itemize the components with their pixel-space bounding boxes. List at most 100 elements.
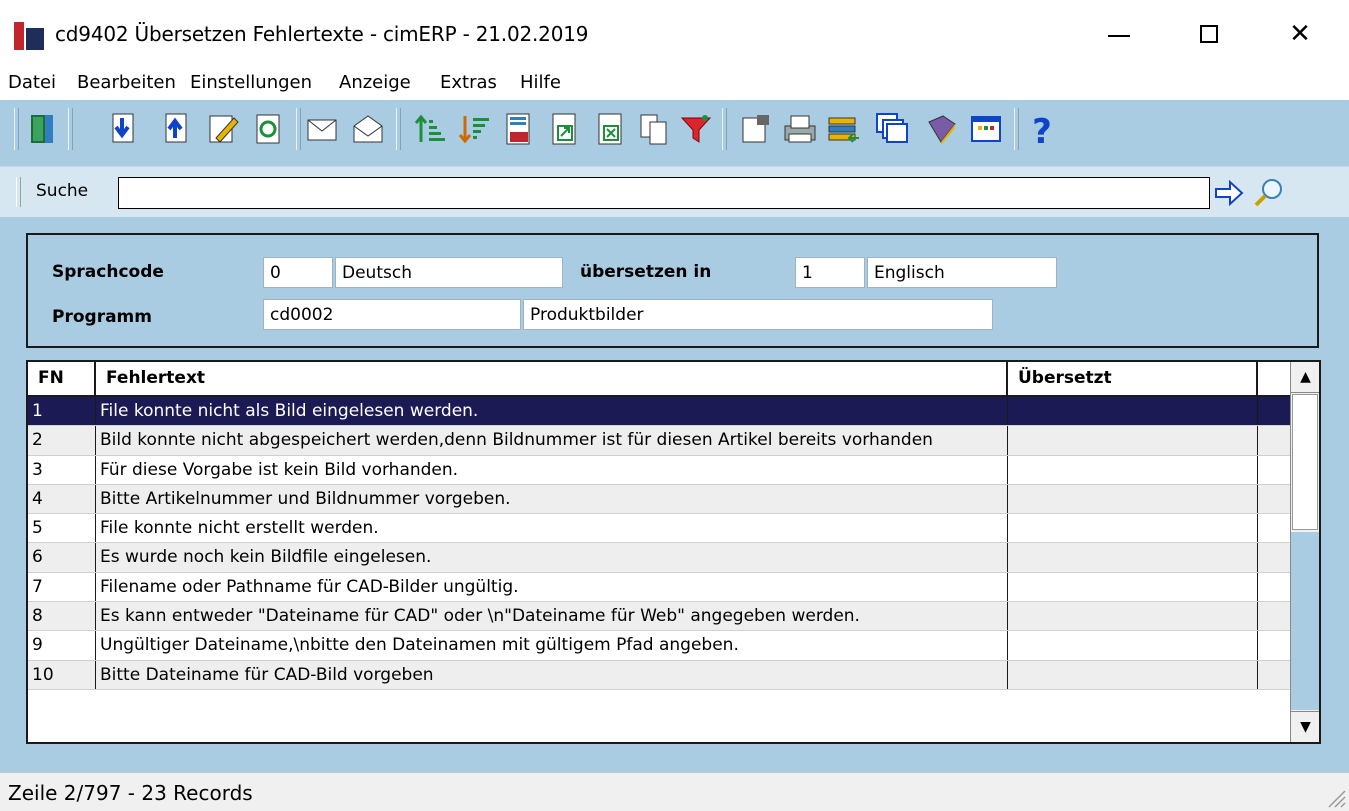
cell-fehlertext[interactable]: Es wurde noch kein Bildfile eingelesen. [96,543,1008,572]
resize-grip-icon[interactable] [1325,787,1347,809]
close-button[interactable]: ✕ [1277,12,1323,56]
excel-export-button[interactable] [590,108,630,150]
cell-fn[interactable]: 7 [28,572,96,602]
help-button[interactable]: ? [1022,108,1062,150]
table-row[interactable]: 6 Es wurde noch kein Bildfile eingelesen. [28,543,1290,573]
windows-button[interactable] [872,108,912,150]
cell-uebersetzt[interactable] [1008,572,1258,602]
cell-fn[interactable]: 10 [28,660,96,689]
cell-fn[interactable]: 4 [28,484,96,514]
sprachcode-code-field[interactable]: 0 [263,257,333,288]
table-row[interactable]: 4 Bitte Artikelnummer und Bildnummer vorg… [28,484,1290,515]
selection-panel: Sprachcode 0 Deutsch übersetzen in 1 Eng… [26,233,1319,348]
export-button[interactable] [544,108,584,150]
table-row[interactable]: 7 Filename oder Pathname für CAD-Bilder u… [28,572,1290,603]
cell-extra[interactable] [1258,397,1290,425]
cell-uebersetzt[interactable] [1008,426,1258,455]
print-button[interactable] [780,108,820,150]
cell-fehlertext[interactable]: Es kann entweder "Dateiname für CAD" ode… [96,602,1008,631]
scroll-up-button[interactable]: ▲ [1291,362,1319,393]
properties-button[interactable] [736,108,776,150]
programm-code-field[interactable]: cd0002 [263,299,521,330]
cell-extra[interactable] [1258,456,1290,484]
column-header-fn[interactable]: FN [28,362,96,395]
column-header-fehlertext[interactable]: Fehlertext [96,362,1008,395]
maximize-button[interactable] [1186,12,1232,56]
cell-fn[interactable]: 2 [28,426,96,455]
sort-descending-button[interactable] [454,108,494,150]
table-row[interactable]: 8 Es kann entweder "Dateiname für CAD" od… [28,602,1290,632]
table-row[interactable]: 2 Bild konnte nicht abgespeichert werden,… [28,426,1290,456]
number-format-button[interactable] [498,108,538,150]
sort-ascending-button[interactable] [410,108,450,150]
menu-extras[interactable]: Extras [440,72,497,93]
programm-name-field[interactable]: Produktbilder [523,299,993,330]
mail-button[interactable] [302,108,342,150]
cell-fehlertext[interactable]: File konnte nicht erstellt werden. [96,514,1008,543]
uebersetzen-code-field[interactable]: 1 [795,257,865,288]
search-record-button[interactable] [348,108,388,150]
cell-uebersetzt[interactable] [1008,484,1258,514]
cell-extra[interactable] [1258,661,1290,689]
search-input[interactable] [118,177,1210,209]
book-button[interactable] [922,108,962,150]
cell-fn[interactable]: 5 [28,514,96,543]
scrollbar-track[interactable] [1291,532,1319,710]
uebersetzen-name-field[interactable]: Englisch [867,257,1057,288]
sprachcode-name-field[interactable]: Deutsch [335,257,563,288]
exit-button[interactable] [22,108,62,150]
scroll-down-button[interactable]: ▼ [1291,711,1319,742]
cell-fehlertext[interactable]: Bitte Artikelnummer und Bildnummer vorge… [96,484,1008,514]
search-go-arrow-icon[interactable] [1214,179,1244,207]
scrollbar-thumb[interactable] [1292,394,1318,530]
cell-extra[interactable] [1258,426,1290,454]
cell-fn[interactable]: 9 [28,631,96,660]
cell-uebersetzt[interactable] [1008,455,1258,484]
edit-button[interactable] [203,108,243,150]
copy-button[interactable] [634,108,674,150]
minimize-button[interactable] [1096,12,1142,56]
cell-extra[interactable] [1258,602,1290,630]
cell-extra[interactable] [1258,573,1290,601]
transfer-button[interactable] [824,108,864,150]
cell-fn[interactable]: 8 [28,602,96,631]
cell-extra[interactable] [1258,543,1290,571]
cell-extra[interactable] [1258,514,1290,542]
menu-anzeige[interactable]: Anzeige [339,72,411,93]
cell-uebersetzt[interactable] [1008,602,1258,631]
cell-uebersetzt[interactable] [1008,543,1258,572]
cell-uebersetzt[interactable] [1008,397,1258,426]
cell-fehlertext[interactable]: Bitte Dateiname für CAD-Bild vorgeben [96,660,1008,689]
edit-pencil-icon [209,115,239,143]
table-row[interactable]: 5 File konnte nicht erstellt werden. [28,514,1290,544]
cell-fehlertext[interactable]: Bild konnte nicht abgespeichert werden,d… [96,426,1008,455]
cell-fehlertext[interactable]: Für diese Vorgabe ist kein Bild vorhande… [96,455,1008,484]
menu-bearbeiten[interactable]: Bearbeiten [77,72,176,93]
filter-button[interactable] [676,108,716,150]
menu-hilfe[interactable]: Hilfe [520,72,561,93]
column-header-uebersetzt[interactable]: Übersetzt [1008,362,1258,395]
cell-extra[interactable] [1258,631,1290,659]
vertical-scrollbar[interactable]: ▲ ▼ [1290,362,1319,742]
menu-einstellungen[interactable]: Einstellungen [190,72,312,93]
cell-fehlertext[interactable]: Ungültiger Dateiname,\nbitte den Dateina… [96,631,1008,660]
cell-uebersetzt[interactable] [1008,631,1258,660]
cell-fn[interactable]: 1 [28,397,96,426]
cell-fn[interactable]: 3 [28,455,96,484]
refresh-button[interactable] [248,108,288,150]
table-row[interactable]: 9 Ungültiger Dateiname,\nbitte den Datein… [28,631,1290,661]
move-down-button[interactable] [102,108,142,150]
cell-fn[interactable]: 6 [28,543,96,572]
cell-fehlertext[interactable]: Filename oder Pathname für CAD-Bilder un… [96,572,1008,602]
menu-datei[interactable]: Datei [8,72,56,93]
move-up-button[interactable] [155,108,195,150]
cell-uebersetzt[interactable] [1008,660,1258,689]
cell-fehlertext[interactable]: File konnte nicht als Bild eingelesen we… [96,397,1008,426]
table-row[interactable]: 10 Bitte Dateiname für CAD-Bild vorgeben [28,660,1290,690]
calendar-grid-button[interactable] [966,108,1006,150]
cell-uebersetzt[interactable] [1008,514,1258,543]
table-row[interactable]: 3 Für diese Vorgabe ist kein Bild vorhand… [28,455,1290,485]
table-row[interactable]: 1 File konnte nicht als Bild eingelesen w… [28,397,1290,427]
magnifier-icon[interactable] [1252,177,1286,207]
cell-extra[interactable] [1258,485,1290,513]
